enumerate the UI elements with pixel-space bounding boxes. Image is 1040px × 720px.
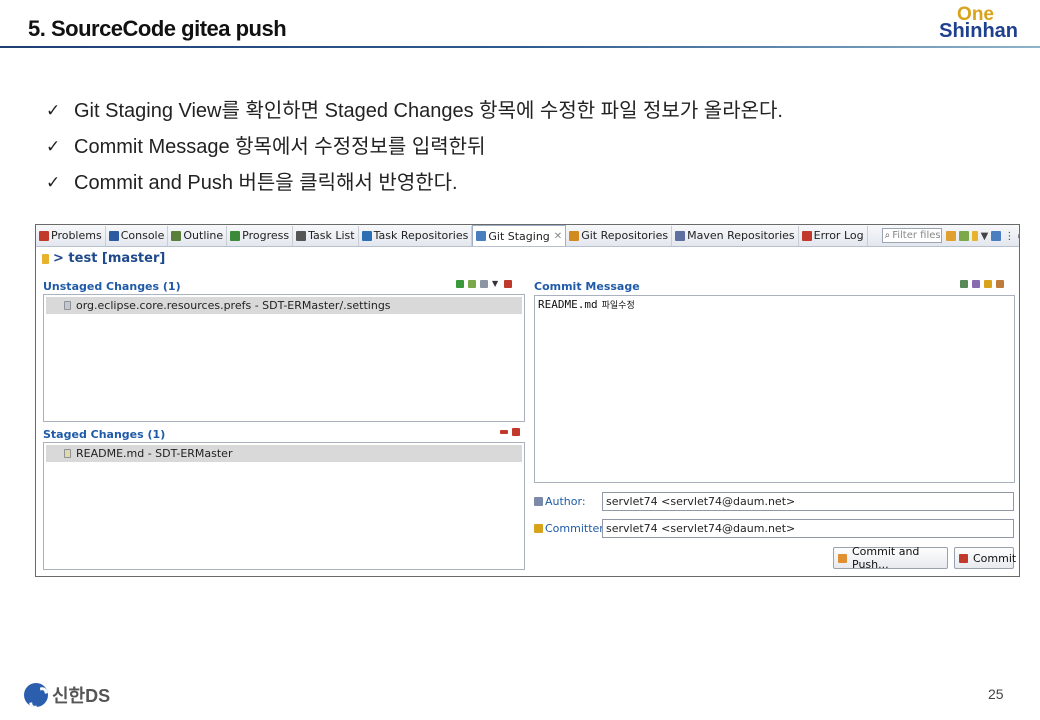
- change-id-icon[interactable]: [984, 280, 992, 288]
- link-icon[interactable]: [958, 230, 969, 241]
- settings-icon[interactable]: [996, 280, 1004, 288]
- chevron-down-icon[interactable]: ▼: [492, 280, 500, 288]
- error-log-icon: [801, 230, 812, 241]
- list-item[interactable]: org.eclipse.core.resources.prefs - SDT-E…: [46, 297, 522, 314]
- shinhan-logo-icon: [24, 683, 48, 707]
- tab-console[interactable]: Console: [106, 225, 169, 246]
- sort-icon[interactable]: [504, 280, 512, 288]
- presentation-icon[interactable]: [480, 280, 488, 288]
- unstage-icon[interactable]: [500, 430, 508, 434]
- tab-progress[interactable]: Progress: [227, 225, 294, 246]
- refresh-icon[interactable]: [945, 230, 956, 241]
- eclipse-git-staging-view: Problems Console Outline Progress Task L…: [35, 224, 1020, 577]
- logo-shinhan-text: Shinhan: [939, 20, 1018, 42]
- bullet-list: ✓ Git Staging View를 확인하면 Staged Changes 항…: [46, 98, 783, 206]
- unstaged-changes-title: Unstaged Changes (1): [43, 280, 181, 293]
- commit-icon: [959, 553, 968, 563]
- commit-message-text-kr: 파일수정: [601, 301, 635, 311]
- layout-icon[interactable]: [991, 230, 1002, 241]
- task-list-icon: [296, 230, 307, 241]
- tab-maven-repositories[interactable]: Maven Repositories: [672, 225, 799, 246]
- bullet-item: ✓ Git Staging View를 확인하면 Staged Changes 항…: [46, 98, 783, 134]
- repo-icon[interactable]: [971, 230, 978, 241]
- repository-icon: [42, 253, 49, 264]
- staged-toolbar: [500, 428, 520, 436]
- commit-button[interactable]: Commit: [954, 547, 1016, 569]
- author-field[interactable]: servlet74 <servlet74@daum.net>: [602, 492, 1014, 511]
- amend-icon[interactable]: [960, 280, 968, 288]
- slide-title: 5. SourceCode gitea push: [28, 16, 287, 41]
- bullet-item: ✓ Commit and Push 버튼을 클릭해서 반영한다.: [46, 170, 783, 206]
- bullet-text: Commit and Push 버튼을 클릭해서 반영한다.: [74, 172, 458, 194]
- minimize-icon[interactable]: ▭: [1017, 231, 1019, 242]
- filter-files-input[interactable]: ⌕ Filter files: [881, 228, 942, 243]
- tab-error-log[interactable]: Error Log: [799, 225, 868, 246]
- staged-file-list: README.md - SDT-ERMaster: [43, 442, 525, 570]
- progress-icon: [230, 230, 241, 241]
- author-label: Author:: [534, 495, 586, 508]
- committer-icon: [534, 524, 543, 533]
- tab-outline[interactable]: Outline: [168, 225, 228, 246]
- repository-header: > test [master]: [42, 251, 165, 266]
- commit-message-text: README.md: [538, 298, 598, 311]
- committer-label: Committer:: [534, 522, 607, 535]
- task-repositories-icon: [361, 230, 372, 241]
- outline-icon: [171, 230, 182, 241]
- file-icon: [64, 449, 71, 458]
- stage-all-icon[interactable]: [468, 280, 476, 288]
- tab-task-repositories[interactable]: Task Repositories: [359, 225, 473, 246]
- tab-git-staging[interactable]: Git Staging ✕: [472, 225, 567, 246]
- view-tab-bar: Problems Console Outline Progress Task L…: [36, 225, 1019, 247]
- title-divider: [0, 46, 1040, 48]
- commit-message-title: Commit Message: [534, 280, 640, 293]
- close-icon[interactable]: ✕: [554, 231, 562, 242]
- problems-icon: [39, 230, 49, 241]
- unstage-all-icon[interactable]: [512, 428, 520, 436]
- maven-repositories-icon: [675, 230, 686, 241]
- view-menu-icon[interactable]: ⋮: [1004, 231, 1014, 242]
- commit-message-toolbar: [960, 280, 1004, 288]
- stage-icon[interactable]: [456, 280, 464, 288]
- bullet-item: ✓ Commit Message 항목에서 수정정보를 입력한뒤: [46, 134, 783, 170]
- check-icon: ✓: [46, 101, 61, 120]
- footer-logo: 신한DS: [24, 682, 110, 708]
- commit-and-push-button[interactable]: Commit and Push...: [833, 545, 948, 571]
- git-repositories-icon: [569, 230, 580, 241]
- footer-brand: 신한DS: [52, 686, 111, 706]
- search-icon: ⌕: [884, 230, 891, 241]
- staged-changes-title: Staged Changes (1): [43, 428, 166, 441]
- view-toolbar: ▼ ⋮ ▭ □: [945, 230, 1019, 242]
- push-icon: [838, 553, 847, 563]
- unstaged-file-list: org.eclipse.core.resources.prefs - SDT-E…: [43, 294, 525, 422]
- chevron-down-icon[interactable]: ▼: [981, 231, 989, 242]
- bullet-text: Commit Message 항목에서 수정정보를 입력한뒤: [74, 136, 486, 158]
- unstaged-toolbar: ▼: [456, 280, 512, 288]
- git-staging-icon: [476, 231, 487, 241]
- file-icon: [64, 301, 71, 310]
- sign-off-icon[interactable]: [972, 280, 980, 288]
- list-item[interactable]: README.md - SDT-ERMaster: [46, 445, 522, 462]
- console-icon: [108, 230, 119, 241]
- commit-message-input[interactable]: README.md 파일수정: [534, 295, 1015, 483]
- tab-task-list[interactable]: Task List: [293, 225, 359, 246]
- committer-field[interactable]: servlet74 <servlet74@daum.net>: [602, 519, 1014, 538]
- author-icon: [534, 497, 543, 506]
- check-icon: ✓: [46, 173, 61, 192]
- page-number: 25: [988, 686, 1004, 702]
- bullet-text: Git Staging View를 확인하면 Staged Changes 항목…: [74, 100, 783, 122]
- tab-problems[interactable]: Problems: [36, 225, 106, 246]
- tab-git-repositories[interactable]: Git Repositories: [566, 225, 673, 246]
- check-icon: ✓: [46, 137, 61, 156]
